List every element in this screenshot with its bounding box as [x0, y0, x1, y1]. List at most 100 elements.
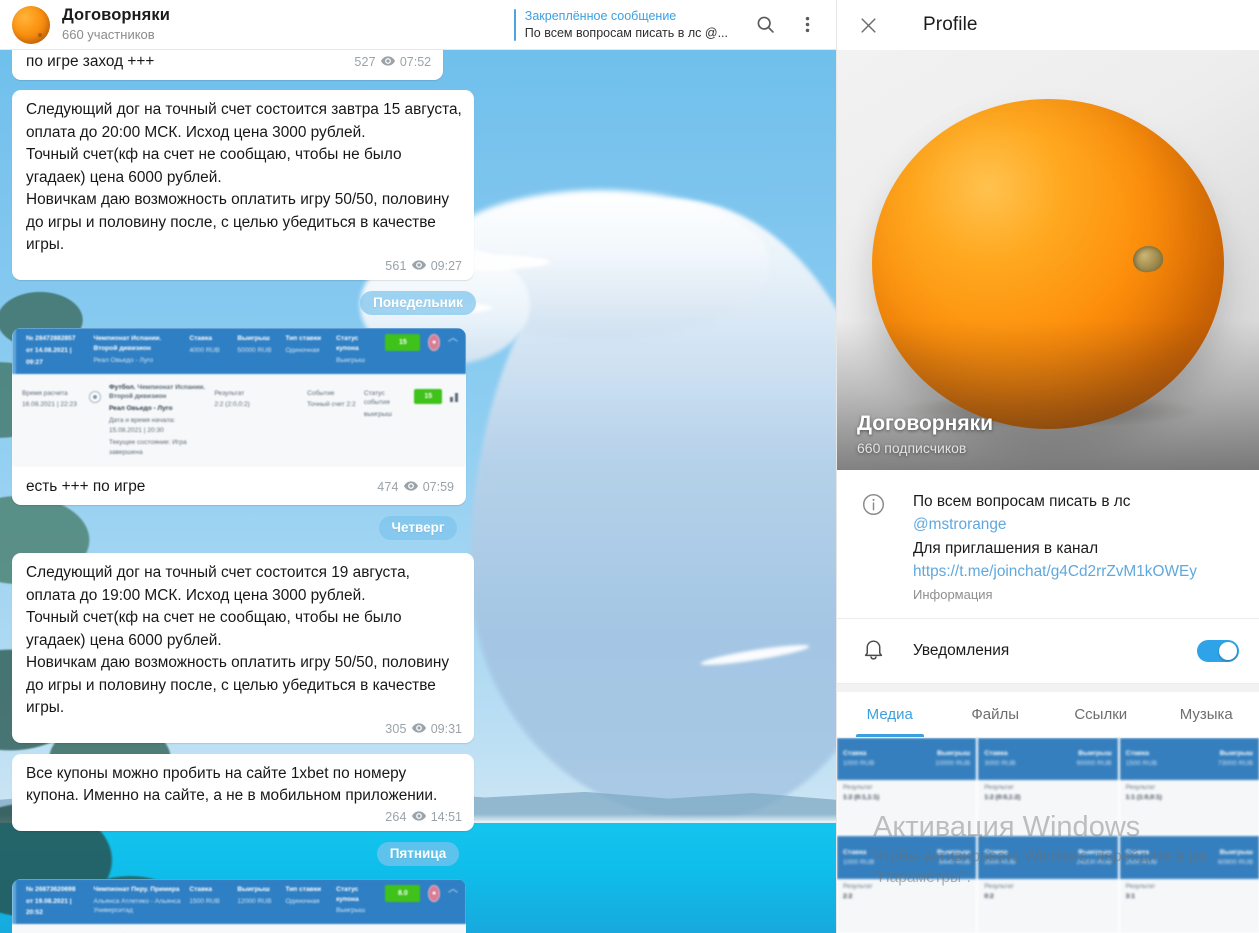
view-count: 561 — [385, 258, 407, 273]
thumb-win-label: Выигрыш — [1219, 750, 1253, 758]
channel-avatar[interactable] — [12, 5, 50, 44]
view-count: 474 — [377, 479, 399, 494]
slip-type-value: Одиночная — [285, 346, 320, 354]
profile-info-row[interactable]: По всем вопросам писать в лс @mstrorange… — [837, 470, 1259, 619]
message-bubble[interactable]: № 28472882857 от 14.08.2021 | 09:27 Чемп… — [12, 327, 466, 506]
slip-type-label: Тип ставки — [285, 885, 322, 893]
chevron-up-icon[interactable]: ︿ — [448, 884, 458, 895]
date-divider: Четверг — [0, 516, 836, 541]
tab-files[interactable]: Файлы — [943, 692, 1049, 737]
slip-lock-icon: ● — [428, 884, 440, 902]
message-time: 09:31 — [430, 721, 462, 736]
thumb-result-label: Результат — [843, 784, 873, 792]
profile-hero[interactable]: Договорняки 660 подписчиков — [837, 50, 1259, 470]
message-row[interactable]: Все купоны можно пробить на сайте 1xbet … — [0, 753, 836, 831]
thumb-stake-label: Ставка — [843, 750, 867, 758]
view-count: 305 — [385, 721, 407, 736]
media-thumbnail[interactable]: Ставка Выигрыш 2500 RUB 60900 RUB Результа… — [1119, 836, 1259, 933]
message-meta: 561 09:27 — [26, 259, 462, 273]
search-icon[interactable] — [750, 10, 780, 40]
media-thumbnail[interactable]: Ставка Выигрыш 1500 RUB 73000 RUB Результа… — [1119, 737, 1259, 835]
slip-event-status-value: выигрыш — [363, 411, 392, 419]
slip-time: 20:52 — [26, 909, 43, 917]
channel-name: Договорняки — [857, 411, 993, 435]
thumb-win-label: Выигрыш — [1078, 750, 1112, 758]
slip-status-value: Выигрыш — [336, 356, 365, 364]
chevron-up-icon[interactable]: ︿ — [448, 333, 458, 344]
message-row[interactable]: № 26873620698 от 19.08.2021 | 20:52 Чемп… — [0, 878, 836, 933]
profile-header: Profile — [837, 0, 1259, 50]
pinned-label: Закреплённое сообщение — [524, 8, 677, 23]
slip-start: Дата и время начала: 15.08.2021 | 20:30 — [108, 417, 176, 435]
subscriber-count: 660 подписчиков — [857, 440, 967, 456]
slip-body-chip: 15 — [414, 388, 443, 404]
thumb-stake-label: Ставка — [843, 849, 867, 857]
notifications-row[interactable]: Уведомления — [837, 619, 1259, 684]
section-divider — [837, 683, 1259, 692]
message-meta: 264 14:51 — [26, 810, 462, 824]
bet-slip-image[interactable]: № 28472882857 от 14.08.2021 | 09:27 Чемп… — [12, 327, 466, 467]
date-divider: Пятница — [0, 841, 836, 866]
media-thumbnail[interactable]: Ставка Выигрыш 1000 RUB 10000 RUB Результа… — [837, 737, 977, 835]
media-thumbnail[interactable]: Ставка Выигрыш 2000 RUB 24200 RUB Результа… — [978, 836, 1118, 933]
chat-pane: Договорняки 660 участников Закреплённое … — [0, 0, 836, 933]
more-vertical-icon[interactable] — [792, 10, 822, 40]
message-bubble[interactable]: Следующий дог на точный счет состоится 1… — [12, 553, 474, 743]
message-bubble[interactable]: по игре заход +++ 527 07:52 — [12, 50, 444, 81]
media-thumbnail[interactable]: Ставка Выигрыш 1000 RUB 8440 RUB Результат… — [837, 836, 977, 933]
profile-tabs[interactable]: Медиа Файлы Ссылки Музыка — [837, 692, 1259, 738]
message-row[interactable]: Следующий дог на точный счет состоится з… — [0, 90, 836, 280]
header-icons — [750, 10, 822, 40]
thumb-result-label: Результат — [984, 882, 1014, 890]
date-divider-label: Понедельник — [360, 290, 476, 315]
eye-icon — [403, 480, 418, 494]
eye-icon — [411, 810, 426, 824]
thumb-win-label: Выигрыш — [1078, 849, 1112, 857]
thumb-stake-value: 1000 RUB — [843, 859, 875, 867]
message-bubble[interactable]: Следующий дог на точный счет состоится з… — [12, 90, 474, 280]
date-divider-label: Пятница — [376, 841, 460, 866]
slip-stake-value: 1500 RUB — [189, 897, 220, 905]
message-meta: 305 09:31 — [26, 722, 462, 736]
notifications-toggle[interactable] — [1197, 639, 1239, 662]
bet-slip-image[interactable]: № 26873620698 от 19.08.2021 | 20:52 Чемп… — [12, 878, 466, 933]
slip-sport: Футбол. — [108, 383, 136, 391]
message-row[interactable]: по игре заход +++ 527 07:52 — [0, 50, 836, 81]
thumb-stake-label: Ставка — [1125, 750, 1150, 758]
tab-links[interactable]: Ссылки — [1048, 692, 1154, 737]
thumb-win-value: 60900 RUB — [1217, 859, 1253, 867]
message-list[interactable]: по игре заход +++ 527 07:52 Следующий до… — [0, 50, 836, 933]
thumb-stake-value: 1500 RUB — [1125, 760, 1158, 768]
slip-date: от 14.08.2021 | — [26, 346, 72, 354]
info-icon — [861, 492, 887, 602]
tab-media[interactable]: Медиа — [837, 692, 943, 737]
pinned-message[interactable]: Закреплённое сообщение По всем вопросам … — [513, 8, 728, 42]
message-time: 07:59 — [422, 479, 454, 494]
message-text: Следующий дог на точный счет состоится 1… — [26, 564, 450, 717]
slip-win-value: 50000 RUB — [237, 346, 272, 354]
message-bubble[interactable]: № 26873620698 от 19.08.2021 | 20:52 Чемп… — [12, 878, 466, 933]
message-row[interactable]: № 28472882857 от 14.08.2021 | 09:27 Чемп… — [0, 327, 836, 506]
message-bubble[interactable]: Все купоны можно пробить на сайте 1xbet … — [12, 753, 474, 831]
close-icon[interactable] — [855, 12, 881, 38]
slip-type-label: Тип ставки — [285, 334, 322, 342]
eye-icon — [411, 722, 426, 736]
slip-event-label: Событие — [307, 389, 335, 397]
thumb-win-value: 24200 RUB — [1076, 859, 1112, 867]
chat-title-block[interactable]: Договорняки 660 участников — [62, 6, 170, 44]
thumb-result-label: Результат — [1125, 882, 1156, 890]
media-thumbnail[interactable]: Ставка Выигрыш 3000 RUB 90000 RUB Результа… — [978, 737, 1118, 835]
stats-icon[interactable] — [450, 390, 458, 402]
tab-music[interactable]: Музыка — [1154, 692, 1259, 737]
message-row[interactable]: Следующий дог на точный счет состоится 1… — [0, 553, 836, 743]
info-invite-link[interactable]: https://t.me/joinchat/g4Cd2rrZvM1kOWEy — [913, 560, 1197, 583]
media-grid[interactable]: Ставка Выигрыш 1000 RUB 10000 RUB Результа… — [837, 737, 1259, 933]
thumb-win-value: 8440 RUB — [938, 859, 971, 867]
thumb-result-value: 2:2 — [843, 892, 853, 900]
slip-stake-label: Ставка — [189, 334, 212, 342]
slip-match: Реал Овьедо - Луго — [93, 356, 154, 364]
message-time: 07:52 — [399, 55, 432, 69]
thumb-result-label: Результат — [843, 882, 873, 890]
info-username-link[interactable]: @mstrorange — [913, 513, 1197, 536]
thumb-win-value: 90000 RUB — [1076, 760, 1112, 768]
